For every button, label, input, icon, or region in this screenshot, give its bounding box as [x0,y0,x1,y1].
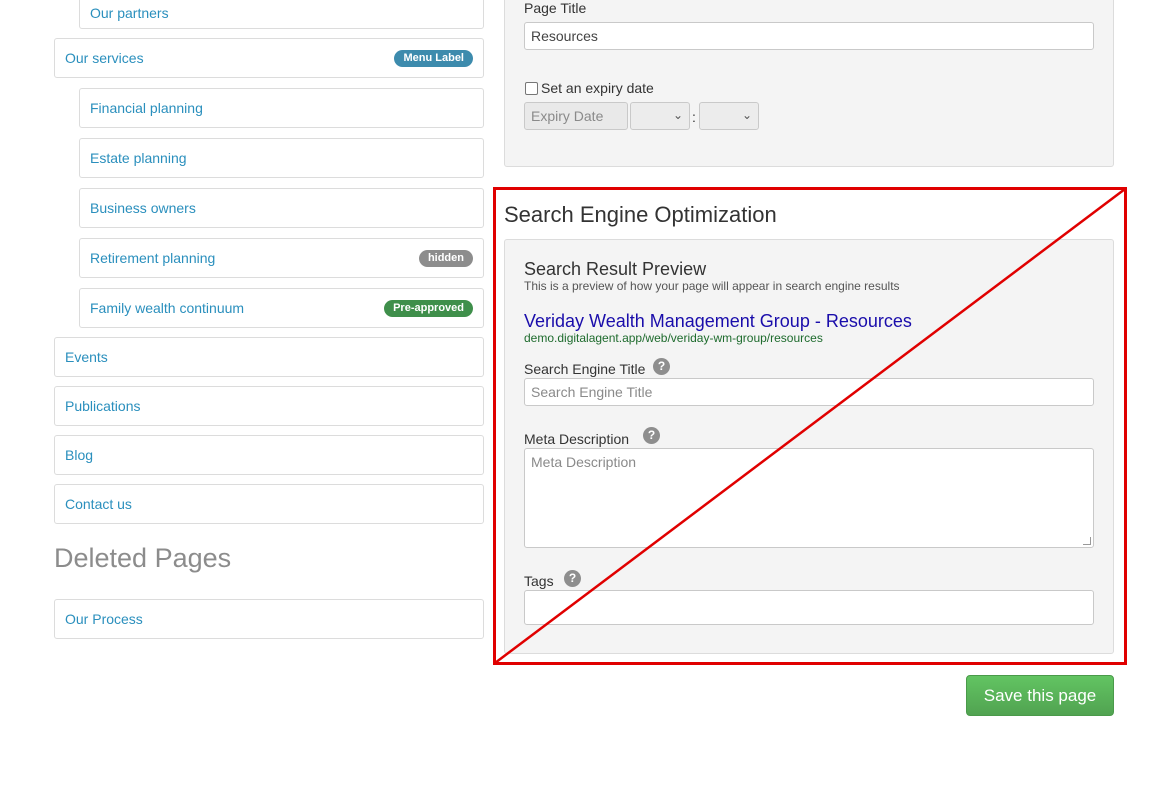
save-page-button[interactable]: Save this page [966,675,1114,716]
page-item-family-wealth-continuum[interactable]: Family wealth continuum Pre-approved [79,288,484,328]
expiry-hour-select[interactable]: ⌄ [630,102,690,130]
page-item-label: Retirement planning [90,250,216,266]
page-item-label: Blog [65,447,94,463]
page-item-publications[interactable]: Publications [54,386,484,426]
search-engine-title-input[interactable]: Search Engine Title [524,378,1094,406]
page-item-contact-us[interactable]: Contact us [54,484,484,524]
page-item-label: Contact us [65,496,132,512]
page-item-label: Our partners [90,5,169,21]
page-item-label: Financial planning [90,100,203,116]
page-item-label: Our Process [65,611,143,627]
expiry-minute-select[interactable]: ⌄ [699,102,759,130]
menu-label-badge: Menu Label [394,49,473,67]
hidden-badge: hidden [418,249,473,267]
serp-preview-url: demo.digitalagent.app/web/veriday-wm-gro… [524,331,823,345]
pre-approved-badge: Pre-approved [384,299,473,317]
page-title-input[interactable]: Resources [524,22,1094,50]
expiry-date-input[interactable]: Expiry Date [524,102,628,130]
page-item-business-owners[interactable]: Business owners [79,188,484,228]
page-item-financial-planning[interactable]: Financial planning [79,88,484,128]
tags-label: Tags [524,573,554,589]
page-item-our-partners[interactable]: Our partners [79,0,484,29]
page-item-our-process[interactable]: Our Process [54,599,484,639]
page-title-label: Page Title [524,0,587,16]
seo-heading: Search Engine Optimization [504,202,777,227]
help-icon[interactable]: ? [653,358,670,375]
chevron-down-icon: ⌄ [741,108,752,122]
page-item-label: Publications [65,398,141,414]
search-result-preview-description: This is a preview of how your page will … [524,279,900,293]
page-item-label: Business owners [90,200,196,216]
page-item-our-services[interactable]: Our services Menu Label [54,38,484,78]
resize-grip-icon[interactable] [1083,537,1091,545]
deleted-pages-heading: Deleted Pages [54,543,232,573]
page-item-blog[interactable]: Blog [54,435,484,475]
meta-description-placeholder: Meta Description [531,454,637,470]
help-icon[interactable]: ? [643,427,660,444]
tags-input[interactable] [524,590,1094,625]
page-item-retirement-planning[interactable]: Retirement planning hidden [79,238,484,278]
meta-description-textarea[interactable]: Meta Description [524,448,1094,548]
meta-description-label: Meta Description [524,431,630,447]
search-result-preview-heading: Search Result Preview [524,259,707,279]
page-item-estate-planning[interactable]: Estate planning [79,138,484,178]
page-item-label: Our services [65,50,144,66]
page-item-label: Family wealth continuum [90,300,245,316]
help-icon[interactable]: ? [564,570,581,587]
chevron-down-icon: ⌄ [672,108,683,122]
serp-preview-title: Veriday Wealth Management Group - Resour… [524,311,912,331]
page-item-events[interactable]: Events [54,337,484,377]
page-item-label: Estate planning [90,150,187,166]
expiry-checkbox[interactable] [525,82,538,95]
search-engine-title-label: Search Engine Title [524,361,646,377]
expiry-checkbox-label: Set an expiry date [541,80,654,96]
time-separator: : [692,109,696,125]
page-item-label: Events [65,349,108,365]
